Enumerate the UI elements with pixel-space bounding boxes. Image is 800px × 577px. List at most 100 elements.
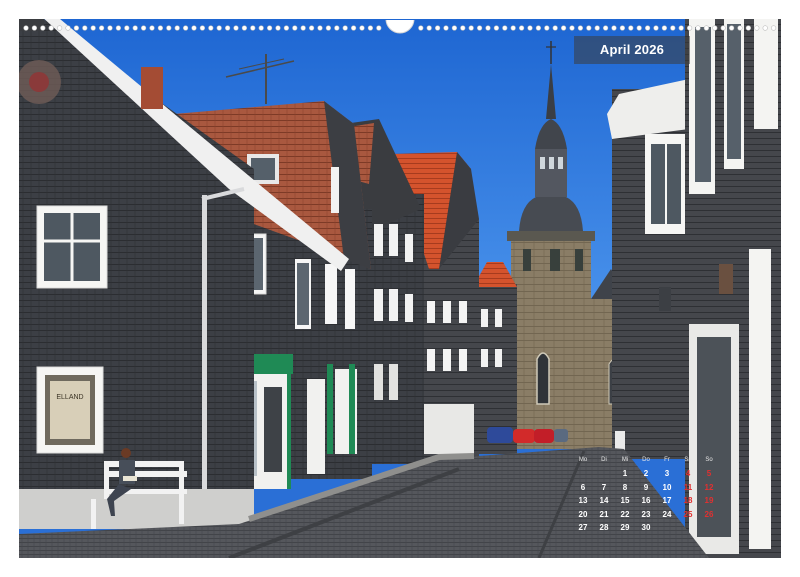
binding-hole [418,25,424,31]
calendar-weekday-label: Fr [664,457,670,463]
calendar-day: 22 [620,509,630,519]
binding-hole [527,25,533,31]
binding-hole [140,25,147,31]
calendar-day: 8 [622,482,628,492]
binding-hole [560,25,567,31]
calendar-day: 20 [578,509,588,519]
binding-hole [628,25,634,31]
calendar-day: 15 [620,496,630,505]
binding-hole [460,25,466,31]
binding-hole [283,25,290,31]
calendar-day: 3 [664,469,670,478]
binding-hole [611,25,617,31]
binding-hole [586,25,592,31]
binding-hole [124,25,130,31]
binding-hole [292,25,298,31]
binding-hole [199,25,205,31]
binding-hole [644,25,651,31]
binding-hole [166,25,172,31]
binding-hole [661,25,668,31]
binding-hole [56,25,63,31]
calendar-day: 29 [620,523,630,532]
calendar-day: 16 [641,496,651,505]
binding-hole [191,25,197,31]
binding-hole [216,25,222,31]
binding-hole [569,25,575,31]
binding-hole [157,25,163,31]
binding-hole [535,25,542,31]
calendar-weekday-label: Do [642,457,650,463]
binding-hole [367,25,374,31]
calendar-weekday-label: So [705,457,713,463]
binding-hole [720,25,726,31]
binding-hole [31,25,37,31]
calendar-day: 19 [704,496,714,505]
calendar-day: 23 [641,509,651,519]
calendar-day: 25 [683,509,693,519]
calendar-day: 9 [643,482,649,492]
calendar-weekday-label: Mo [578,457,588,463]
binding-hole [23,25,29,31]
calendar-day: 24 [662,509,672,519]
binding-hole [107,25,113,31]
calendar-day: 18 [683,496,693,505]
binding-hole [602,25,609,31]
binding-hole [359,25,365,31]
binding-hole [334,25,340,31]
binding-hole [754,25,760,31]
binding-hole [132,25,138,31]
binding-hole [493,25,500,31]
binding-hole [309,25,315,31]
binding-hole [577,25,584,31]
binding-hole [485,25,491,31]
binding-hole [653,25,659,31]
binding-hole [477,25,483,31]
binding-hole [544,25,550,31]
calendar-day: 2 [643,469,649,478]
binding-hole [737,25,743,31]
binding-hole [510,25,516,31]
far-houses [473,262,517,454]
binding-hole [703,25,710,31]
binding-hole [183,25,189,31]
binding-hole [258,25,264,31]
calendar-day: 10 [662,482,672,492]
spiral-binding [23,20,777,34]
calendar-day: 27 [578,523,588,532]
binding-hole [443,25,449,31]
calendar-day: 7 [601,482,607,492]
binding-hole [502,25,508,31]
binding-hole [250,25,256,31]
calendar-day: 4 [685,469,691,478]
binding-hole [208,25,214,31]
binding-hole [670,25,676,31]
calendar-page: ELLAND April 2026 Mo Di Mi Do Fr Sa So 1… [0,0,800,577]
binding-hole [98,25,105,31]
binding-hole [82,25,88,31]
calendar-day: 21 [599,509,609,519]
binding-hole [73,25,80,31]
calendar-day: 30 [641,523,651,532]
calendar-day: 5 [706,469,712,478]
binding-hole [695,25,701,31]
binding-hole [435,25,441,31]
binding-hole [267,25,273,31]
calendar-day: 6 [580,482,586,492]
binding-hole [762,25,768,31]
calendar-weekday-label: Mi [621,457,629,463]
binding-hole [300,25,306,31]
hanger-notch [385,20,415,34]
binding-hole [241,25,247,31]
binding-hole [451,25,458,31]
calendar-day: 12 [704,482,714,492]
binding-hole [233,25,239,31]
calendar-weekday-label: Sa [684,457,692,463]
mini-calendar: Mo Di Mi Do Fr Sa So 1 2 3 4 5 6 7 8 9 10 11 12 13 14 15 16 17 1… [572,454,722,538]
calendar-day: 17 [662,496,672,505]
binding-hole [468,25,474,31]
binding-hole [174,25,180,31]
binding-hole [712,25,718,31]
binding-hole [678,25,684,31]
binding-hole [426,25,432,31]
binding-hole [275,25,281,31]
